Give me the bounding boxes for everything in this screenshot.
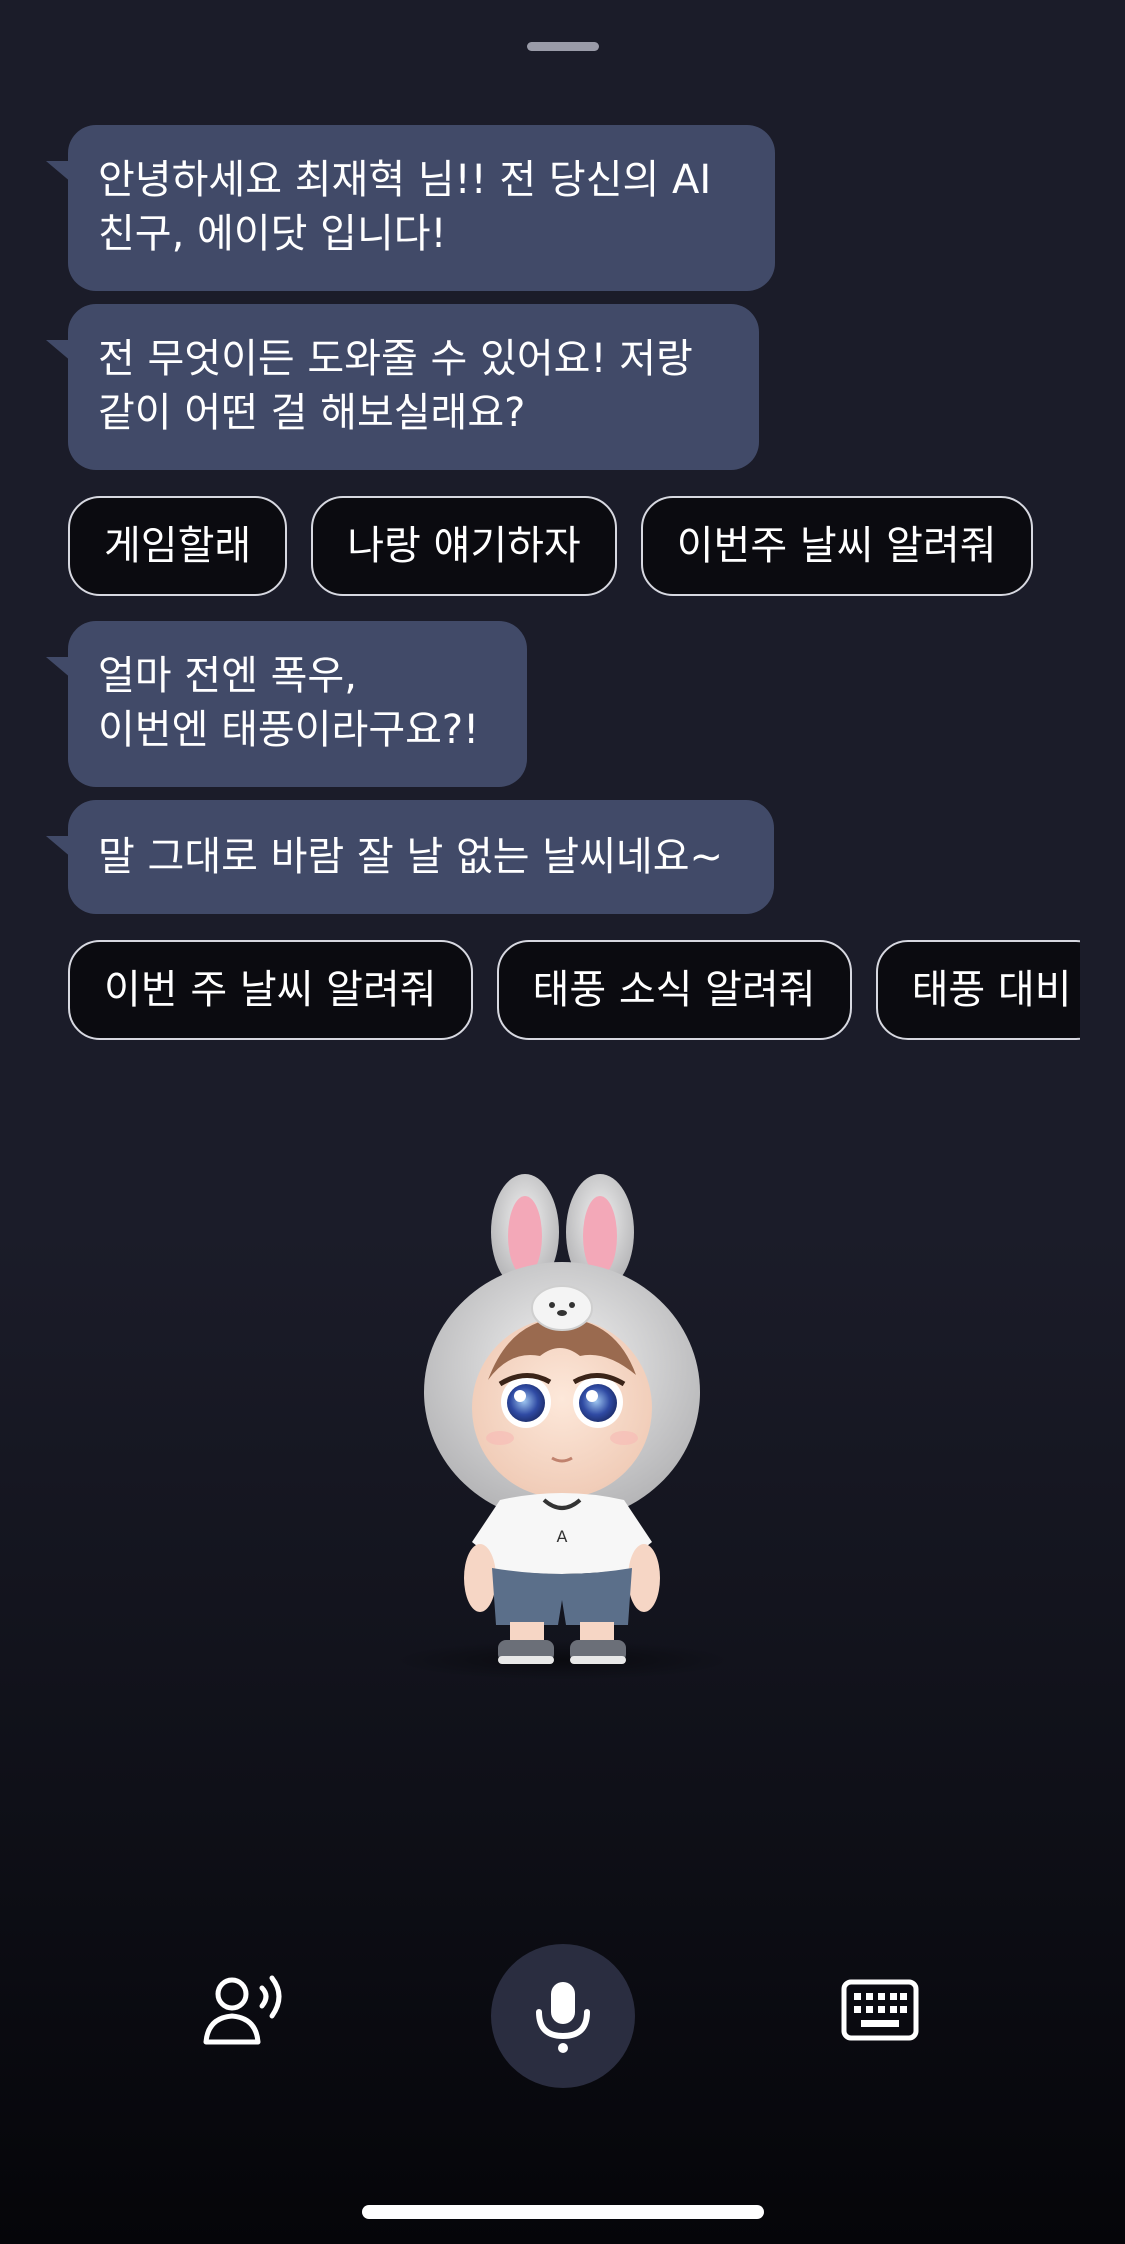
- chat-log: 안녕하세요 최재혁 님!! 전 당신의 AI 친구, 에이닷 입니다! 전 무엇…: [46, 125, 1125, 1040]
- suggestion-chip-weekly-weather[interactable]: 이번 주 날씨 알려줘: [68, 940, 473, 1040]
- svg-text:A: A: [557, 1527, 568, 1546]
- assistant-message: 얼마 전엔 폭우, 이번엔 태풍이라구요?!: [46, 621, 527, 787]
- voice-conversation-icon[interactable]: [195, 1960, 295, 2060]
- keyboard-icon[interactable]: [830, 1960, 930, 2060]
- bottom-sheet-handle[interactable]: [527, 42, 599, 51]
- microphone-icon: [536, 1982, 590, 2053]
- input-bar: [0, 1940, 1125, 2100]
- suggestion-chip-typhoon-news[interactable]: 태풍 소식 알려줘: [496, 940, 852, 1040]
- assistant-message: 안녕하세요 최재혁 님!! 전 당신의 AI 친구, 에이닷 입니다!: [46, 125, 775, 291]
- suggestion-chip-game[interactable]: 게임할래: [68, 496, 288, 596]
- suggestion-chips: 이번 주 날씨 알려줘 태풍 소식 알려줘 태풍 대비: [68, 940, 1080, 1040]
- chat-screen: 안녕하세요 최재혁 님!! 전 당신의 AI 친구, 에이닷 입니다! 전 무엇…: [0, 0, 1125, 2244]
- microphone-button[interactable]: [491, 1944, 635, 2088]
- suggestion-chip-chat[interactable]: 나랑 얘기하자: [311, 496, 617, 596]
- assistant-message: 말 그대로 바람 잘 날 없는 날씨네요~: [46, 800, 774, 914]
- suggestion-chips: 게임할래 나랑 얘기하자 이번주 날씨 알려줘: [68, 496, 1078, 596]
- bunny-avatar[interactable]: A: [380, 1170, 745, 1670]
- suggestion-chip-typhoon-prep[interactable]: 태풍 대비: [875, 940, 1080, 1040]
- home-indicator: [362, 2205, 764, 2219]
- suggestion-chip-weather[interactable]: 이번주 날씨 알려줘: [640, 496, 1033, 596]
- assistant-message: 전 무엇이든 도와줄 수 있어요! 저랑 같이 어떤 걸 해보실래요?: [46, 304, 759, 470]
